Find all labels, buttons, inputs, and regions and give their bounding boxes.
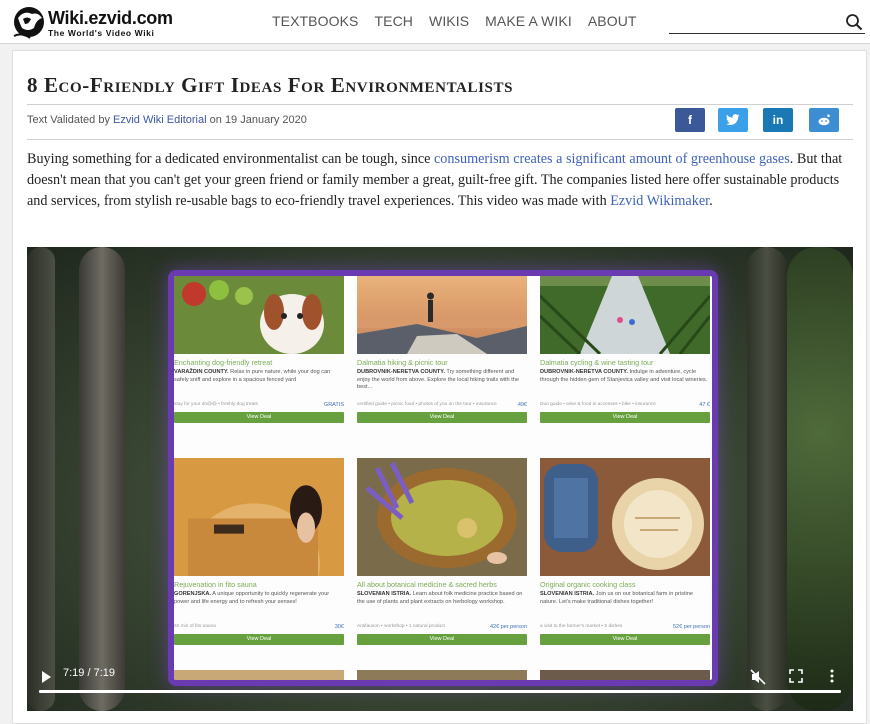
tile-includes: stay for your do@@ • freshly dog treats: [174, 402, 258, 407]
nav-make-a-wiki[interactable]: MAKE A WIKI: [485, 13, 572, 29]
tile-image-cycling: [540, 276, 710, 354]
volume-muted-icon[interactable]: [750, 669, 766, 685]
search-input[interactable]: [669, 10, 839, 32]
tile-price: 52€ per person: [673, 624, 710, 630]
tile-caption: Dalmatia cycling & wine tasting tour: [540, 358, 654, 367]
play-icon[interactable]: [41, 671, 52, 683]
meta-date: 19 January 2020: [224, 114, 307, 126]
tile-description: DUBROVNIK-NERETVA COUNTY. Try something …: [357, 369, 527, 392]
tile-caption: Enchanting dog-friendly retreat: [174, 358, 273, 367]
intro-text-1: Buying something for a dedicated environ…: [27, 151, 431, 167]
tile-price: GRATIS: [323, 402, 344, 408]
share-reddit-button[interactable]: [809, 108, 839, 132]
article-intro: Buying something for a dedicated environ…: [27, 149, 851, 212]
bg-foliage: [787, 247, 853, 711]
meta-date-prefix: on: [209, 114, 222, 126]
site-logo[interactable]: Wiki.ezvid.com The World's Video Wiki: [12, 2, 182, 40]
tile-includes: certified guide • picnic food • photos o…: [357, 402, 497, 407]
tile-includes: 60 min of fito sauna: [174, 624, 216, 629]
tile-image-herbs: [357, 458, 527, 576]
logo-tagline: The World's Video Wiki: [48, 28, 155, 38]
intro-text-3: .: [709, 193, 713, 209]
tile-place: DUBROVNIK-NERETVA COUNTY.: [540, 369, 628, 375]
nav-wikis[interactable]: WIKIS: [429, 13, 469, 29]
nav-textbooks[interactable]: TEXTBOOKS: [272, 13, 358, 29]
view-deal-button: View Deal: [174, 412, 344, 423]
tile-price: 30€: [334, 624, 344, 630]
view-deal-button: View Deal: [357, 412, 527, 423]
bg-tree-trunk: [27, 247, 55, 711]
tile-caption: All about botanical medicine & sacred he…: [357, 580, 497, 589]
tile-description: SLOVENIAN ISTRIA. Learn about folk medic…: [357, 591, 527, 606]
logo-globe-icon: [13, 7, 44, 39]
meta-author-link[interactable]: Ezvid Wiki Editorial: [113, 114, 207, 126]
tile-image-hiking: [357, 276, 527, 354]
search-icon[interactable]: [845, 13, 863, 31]
bg-tree-trunk: [79, 247, 125, 711]
tile-place: VARAŽDIN COUNTY.: [174, 369, 229, 375]
article-meta: Text Validated by Ezvid Wiki Editorial o…: [27, 114, 307, 126]
tile-place: SLOVENIAN ISTRIA.: [357, 591, 412, 597]
tile-includes: Duo guide • wine & food in accesses • bi…: [540, 402, 656, 407]
tile-image-cooking: [540, 458, 710, 576]
meta-prefix: Text Validated by: [27, 114, 110, 126]
video-seek-bar[interactable]: [39, 690, 841, 693]
tile-place: SLOVENIAN ISTRIA.: [540, 591, 595, 597]
tile-caption: Dalmatia hiking & picnic tour: [357, 358, 448, 367]
tile-description: DUBROVNIK-NERETVA COUNTY. Indulge in adv…: [540, 369, 710, 384]
tile-place: GORENJSKA.: [174, 591, 211, 597]
share-linkedin-button[interactable]: in: [763, 108, 793, 132]
tile-image-dog: [174, 276, 344, 354]
view-deal-button: View Deal: [174, 634, 344, 645]
tile-description: GORENJSKA. A unique opportunity to quick…: [174, 591, 344, 606]
main-nav: TEXTBOOKS TECH WIKIS MAKE A WIKI ABOUT: [272, 13, 653, 29]
tile-price: 49€: [517, 402, 527, 408]
nav-about[interactable]: ABOUT: [588, 13, 637, 29]
tile-description: SLOVENIAN ISTRIA. Join us on our botanic…: [540, 591, 710, 606]
tile-caption: Rejuvenation in fito sauna: [174, 580, 257, 589]
video-seek-progress: [39, 690, 841, 693]
tile-image-sauna: [174, 458, 344, 576]
logo-title: Wiki.ezvid.com: [48, 8, 173, 28]
tile-description: VARAŽDIN COUNTY. Relax in pure nature, w…: [174, 369, 344, 384]
tile-caption: Original organic cooking class: [540, 580, 636, 589]
nav-tech[interactable]: TECH: [374, 13, 413, 29]
twitter-icon: [726, 114, 740, 126]
view-deal-button: View Deal: [540, 634, 710, 645]
intro-link-wikimaker[interactable]: Ezvid Wikimaker: [610, 193, 709, 209]
tile-place: DUBROVNIK-NERETVA COUNTY.: [357, 369, 445, 375]
tile-price: 47 €: [699, 402, 710, 408]
meta-divider: [27, 139, 853, 140]
linkedin-icon: in: [772, 113, 784, 127]
article-card: 8 Eco-Friendly Gift Ideas For Environmen…: [12, 50, 867, 724]
tile-price: 42€ per person: [490, 624, 527, 630]
facebook-icon: f: [688, 113, 692, 127]
view-deal-button: View Deal: [540, 412, 710, 423]
video-player[interactable]: Enchanting dog-friendly retreat VARAŽDIN…: [27, 247, 853, 711]
search-box: [669, 10, 865, 34]
view-deal-button: View Deal: [357, 634, 527, 645]
more-vertical-icon[interactable]: [829, 669, 835, 683]
article-title: 8 Eco-Friendly Gift Ideas For Environmen…: [27, 73, 853, 105]
intro-link-consumerism[interactable]: consumerism creates a significant amount…: [434, 151, 790, 167]
share-facebook-button[interactable]: f: [675, 108, 705, 132]
share-twitter-button[interactable]: [718, 108, 748, 132]
site-header: Wiki.ezvid.com The World's Video Wiki TE…: [0, 0, 870, 44]
bg-tree-trunk: [747, 247, 787, 711]
video-controls: 7:19 / 7:19: [27, 651, 853, 711]
reddit-icon: [818, 114, 830, 126]
video-frame-screen: Enchanting dog-friendly retreat VARAŽDIN…: [168, 270, 718, 686]
fullscreen-icon[interactable]: [789, 669, 803, 683]
video-time: 7:19 / 7:19: [63, 667, 115, 679]
